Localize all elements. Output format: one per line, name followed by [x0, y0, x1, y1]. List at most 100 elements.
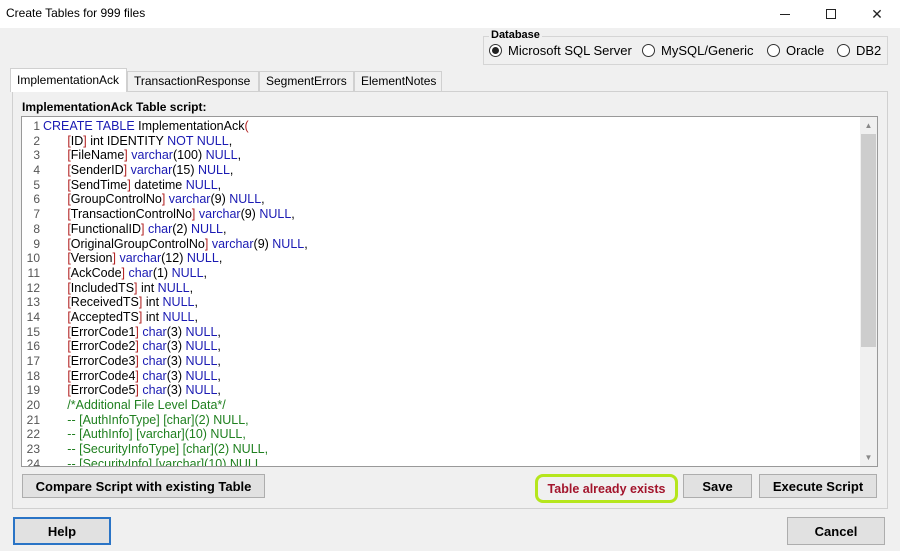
code-token: ,: [217, 354, 221, 368]
save-button[interactable]: Save: [683, 474, 752, 498]
line-code: [SendTime] datetime NULL,: [40, 178, 221, 193]
tab-segmenterrors[interactable]: SegmentErrors: [259, 71, 354, 91]
maximize-icon: [826, 9, 836, 19]
code-line: 1 CREATE TABLE ImplementationAck(: [22, 119, 308, 134]
code-line: 22 -- [AuthInfo] [varchar](10) NULL,: [22, 427, 308, 442]
line-code: [IncludedTS] int NULL,: [40, 281, 193, 296]
code-token: ,: [291, 207, 295, 222]
script-editor[interactable]: 1 CREATE TABLE ImplementationAck(2 [ID] i…: [21, 116, 878, 467]
code-token: GroupControlNo: [70, 192, 162, 207]
code-token: varchar: [127, 163, 173, 178]
code-line: 9 [OriginalGroupControlNo] varchar(9) NU…: [22, 236, 307, 252]
code-token: NULL: [157, 280, 190, 295]
line-code: [Version] varchar(12) NULL,: [40, 251, 222, 266]
vertical-scrollbar[interactable]: ▲ ▼: [860, 117, 877, 466]
code-token: NULL: [171, 265, 204, 280]
code-token: (1): [152, 265, 172, 280]
status-highlight: Table already exists: [535, 474, 678, 503]
code-token: NULL: [185, 339, 218, 354]
line-code: [ID] int IDENTITY NOT NULL,: [40, 134, 232, 149]
code-line: 6 [GroupControlNo] varchar(9) NULL,: [22, 192, 308, 207]
scroll-down-icon[interactable]: ▼: [860, 449, 877, 466]
scroll-up-icon[interactable]: ▲: [860, 117, 877, 134]
line-number: 17: [26, 354, 40, 368]
code-token: ,: [237, 148, 242, 163]
maximize-button[interactable]: [808, 0, 854, 28]
code-token: char: [138, 354, 167, 368]
line-number: 16: [26, 339, 40, 354]
line-code: -- [AuthInfoType] [char](2) NULL,: [40, 412, 249, 428]
code-token: TransactionControlNo: [70, 207, 192, 222]
code-token: ErrorCode4: [70, 368, 136, 383]
help-button[interactable]: Help: [13, 517, 111, 545]
code-token: NULL: [185, 368, 218, 383]
code-token: varchar: [195, 207, 241, 222]
code-token: ,: [229, 163, 234, 178]
code-token: ,: [217, 177, 222, 192]
code-token: ,: [194, 295, 198, 310]
code-token: NULL: [229, 192, 262, 207]
line-number: 13: [26, 295, 40, 310]
line-code: [ErrorCode3] char(3) NULL,: [40, 354, 221, 369]
code-token: int: [142, 295, 163, 310]
line-number: 9: [33, 236, 40, 251]
code-token: (100): [172, 148, 206, 163]
radio-oracle[interactable]: Oracle: [767, 43, 824, 58]
compare-script-button[interactable]: Compare Script with existing Table: [22, 474, 265, 498]
cancel-button[interactable]: Cancel: [787, 517, 885, 545]
code-line: 11 [AckCode] char(1) NULL,: [22, 266, 308, 281]
scrollbar-thumb[interactable]: [861, 134, 876, 347]
code-token: ID: [70, 133, 84, 148]
code-line: 12 [IncludedTS] int NULL,: [22, 281, 308, 296]
code-line: 20 /*Additional File Level Data*/: [22, 398, 308, 413]
close-icon: ✕: [871, 5, 883, 22]
code-line: 8 [FunctionalID] char(2) NULL,: [22, 222, 308, 237]
line-code: [SenderID] varchar(15) NULL,: [40, 163, 233, 178]
code-token: ,: [194, 309, 198, 324]
code-token: AcceptedTS: [70, 309, 139, 324]
code-token: AckCode: [70, 265, 122, 280]
code-token: NULL: [186, 251, 219, 266]
code-token: varchar: [208, 236, 254, 251]
code-token: ,: [217, 324, 221, 339]
code-line: 4 [SenderID] varchar(15) NULL,: [22, 163, 308, 178]
line-number: 19: [26, 383, 40, 398]
line-number: 14: [26, 309, 40, 324]
code-token: Version: [70, 251, 113, 266]
code-token: -- [AuthInfoType] [char](2) NULL,: [43, 412, 249, 427]
code-token: (3): [166, 383, 186, 398]
tab-transactionresponse[interactable]: TransactionResponse: [127, 71, 259, 91]
code-token: (9): [253, 236, 273, 251]
minimize-button[interactable]: [762, 0, 808, 28]
radio-db2[interactable]: DB2: [837, 43, 881, 58]
radio-mssql-label: Microsoft SQL Server: [508, 43, 632, 58]
code-token: datetime: [130, 177, 186, 192]
code-line: 13 [ReceivedTS] int NULL,: [22, 295, 308, 310]
code-token: SenderID: [70, 163, 124, 178]
radio-mssql[interactable]: Microsoft SQL Server: [489, 43, 632, 58]
code-token: -- [SecurityInfo] [varchar](10) NULL,: [43, 456, 266, 467]
code-line: 18 [ErrorCode4] char(3) NULL,: [22, 369, 308, 384]
line-number: 20: [26, 398, 40, 413]
radio-mysql[interactable]: MySQL/Generic: [642, 43, 753, 58]
code-token: char: [144, 221, 173, 236]
code-token: (9): [210, 192, 230, 207]
code-token: (3): [166, 368, 186, 383]
close-button[interactable]: ✕: [854, 0, 900, 28]
code-token: ,: [203, 265, 208, 280]
tab-implementationack[interactable]: ImplementationAck: [10, 68, 127, 92]
line-number: 12: [26, 280, 40, 295]
tab-elementnotes[interactable]: ElementNotes: [354, 71, 442, 91]
line-code: [GroupControlNo] varchar(9) NULL,: [40, 192, 264, 207]
execute-script-button[interactable]: Execute Script: [759, 474, 877, 498]
code-token: int: [142, 309, 163, 324]
